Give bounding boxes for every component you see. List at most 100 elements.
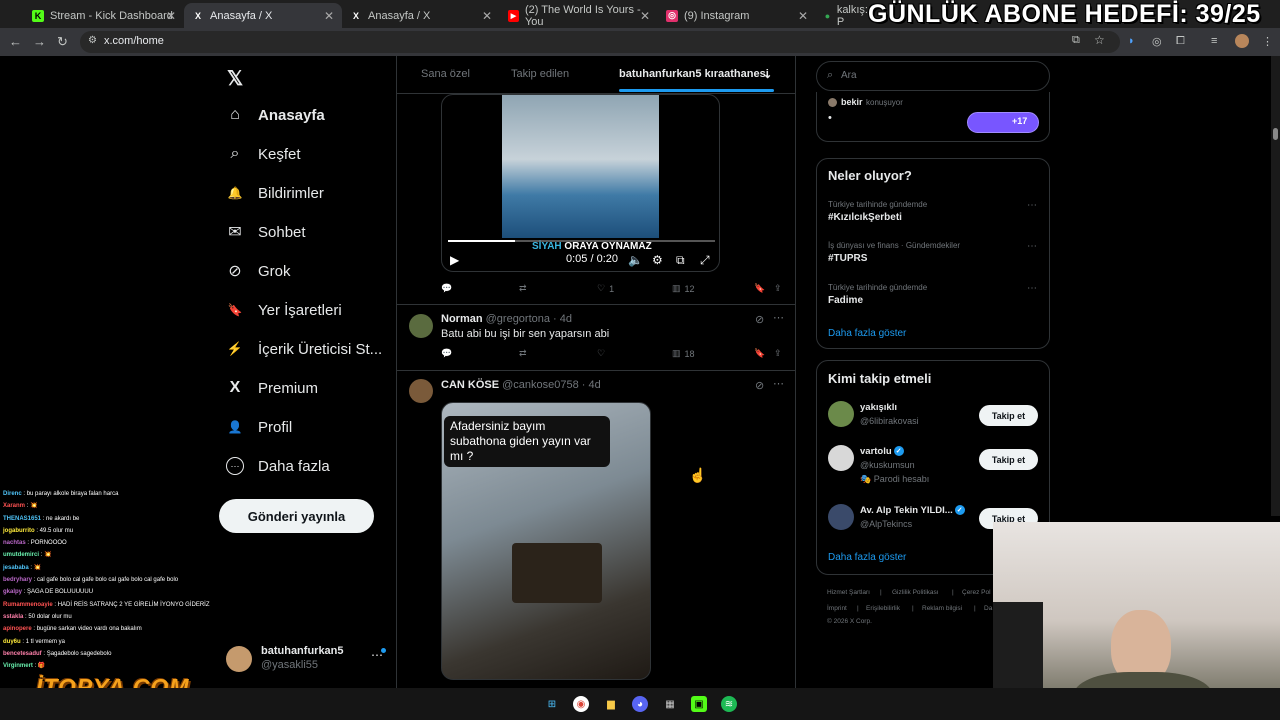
- live-space-card[interactable]: bekir konuşuyor • +17: [816, 92, 1050, 142]
- footer-link[interactable]: Reklam bilgisi: [922, 605, 962, 612]
- nav-profile[interactable]: 👤 Profil: [226, 418, 293, 436]
- nav-more[interactable]: ⋯ Daha fazla: [226, 457, 330, 475]
- more-icon[interactable]: ⋯: [1027, 200, 1037, 211]
- trend-name[interactable]: Fadime: [828, 295, 863, 306]
- footer-link[interactable]: Hizmet Şartları: [827, 589, 870, 596]
- chevron-down-icon[interactable]: ⌄: [763, 68, 772, 81]
- video-player[interactable]: SİYAH ORAYA OYNAMAZ ▶ 0:05 / 0:20 🔈 ⚙ ⧉ …: [441, 94, 720, 272]
- nav-grok[interactable]: ⊘ Grok: [226, 262, 290, 281]
- nav-premium[interactable]: X Premium: [226, 379, 318, 397]
- nav-bookmarks[interactable]: 🔖 Yer İşaretleri: [226, 301, 342, 319]
- tab-instagram[interactable]: ◎ (9) Instagram ✕: [658, 3, 816, 28]
- avatar[interactable]: [828, 445, 854, 471]
- bookmark-icon[interactable]: 🔖: [754, 348, 765, 359]
- tab-for-you[interactable]: Sana özel: [421, 68, 470, 80]
- nav-messages[interactable]: ✉ Sohbet: [226, 223, 305, 242]
- close-icon[interactable]: ✕: [166, 9, 176, 23]
- spotify-icon[interactable]: ≋: [721, 696, 737, 712]
- show-more-link[interactable]: Daha fazla göster: [828, 552, 906, 563]
- nav-explore[interactable]: ⌕ Keşfet: [226, 145, 301, 163]
- close-icon[interactable]: ✕: [482, 9, 492, 23]
- nav-home[interactable]: ⌂ Anasayfa: [226, 106, 325, 124]
- grok-icon[interactable]: ⊘: [755, 379, 764, 392]
- nav-notifications[interactable]: 🔔 Bildirimler: [226, 184, 324, 202]
- close-icon[interactable]: ✕: [324, 9, 334, 23]
- scroll-thumb[interactable]: [1273, 128, 1278, 140]
- trend-name[interactable]: #KızılcıkŞerbeti: [828, 212, 902, 223]
- repost-icon[interactable]: ⇄: [519, 283, 527, 294]
- more-icon[interactable]: ⋯: [1027, 241, 1037, 252]
- trend-name[interactable]: #TUPRS: [828, 253, 867, 264]
- close-icon[interactable]: ✕: [798, 9, 808, 23]
- share-icon[interactable]: ⇪: [774, 283, 782, 294]
- tab-kick[interactable]: K Stream - Kick Dashboard ✕: [24, 3, 184, 28]
- back-icon[interactable]: ←: [9, 34, 22, 49]
- discord-icon[interactable]: ◕: [632, 696, 648, 712]
- suggested-name[interactable]: vartolu ✓: [860, 446, 904, 457]
- tab-community[interactable]: batuhanfurkan5 kıraathanesi: [619, 68, 769, 80]
- follow-button[interactable]: Takip et: [979, 449, 1038, 470]
- tab-x-home-active[interactable]: X Anasayfa / X ✕: [184, 3, 342, 28]
- share-icon[interactable]: ⇪: [774, 348, 782, 359]
- page-scrollbar[interactable]: [1271, 56, 1280, 516]
- windows-start-icon[interactable]: ⊞: [544, 696, 560, 712]
- menu-icon[interactable]: ⋮: [1262, 35, 1273, 48]
- bookmark-icon[interactable]: 🔖: [754, 283, 765, 294]
- bookmark-star-icon[interactable]: ☆: [1094, 33, 1105, 47]
- tab-x-home[interactable]: X Anasayfa / X ✕: [342, 3, 500, 28]
- heart-icon[interactable]: ♡: [597, 348, 605, 359]
- address-bar[interactable]: ⚙ x.com/home ⧉ ☆: [80, 31, 1120, 53]
- reload-icon[interactable]: ↻: [57, 34, 68, 50]
- more-icon[interactable]: ⋯: [1027, 283, 1037, 294]
- chrome-icon[interactable]: ◉: [573, 696, 589, 712]
- calculator-icon[interactable]: ▦: [662, 696, 678, 712]
- like-button[interactable]: ♡ 1: [597, 283, 614, 294]
- avatar[interactable]: [409, 314, 433, 338]
- profile-avatar[interactable]: [1235, 34, 1249, 48]
- views-button[interactable]: ▥ 18: [672, 348, 695, 359]
- author-name[interactable]: Norman: [441, 313, 483, 325]
- suggested-name[interactable]: Av. Alp Tekin YILDI... ✓: [860, 505, 965, 516]
- listeners-badge[interactable]: +17: [967, 112, 1039, 133]
- views-button[interactable]: ▥ 12: [672, 283, 695, 294]
- file-explorer-icon[interactable]: ▆: [603, 696, 619, 712]
- nav-creator-studio[interactable]: ⚡ İçerik Üreticisi St...: [226, 340, 382, 358]
- author-name[interactable]: CAN KÖSE: [441, 379, 499, 391]
- reply-icon[interactable]: 💬: [441, 283, 452, 294]
- avatar[interactable]: [409, 379, 433, 403]
- follow-button[interactable]: Takip et: [979, 405, 1038, 426]
- kick-app-icon[interactable]: ▣: [691, 696, 707, 712]
- tab-maps[interactable]: ● kalkış: P: [816, 3, 876, 28]
- play-icon[interactable]: ▶: [450, 253, 459, 267]
- post-image[interactable]: Afadersiniz bayım subathona giden yayın …: [441, 402, 651, 680]
- grok-icon[interactable]: ⊘: [755, 313, 764, 326]
- footer-link[interactable]: İmprint: [827, 605, 847, 612]
- account-switcher[interactable]: batuhanfurkan5 @yasakli55 ⋯: [226, 644, 392, 676]
- footer-link[interactable]: Da: [984, 605, 992, 612]
- more-icon[interactable]: ⋯: [773, 311, 784, 324]
- post-button[interactable]: Gönderi yayınla: [219, 499, 374, 533]
- puzzle-icon[interactable]: ⧠: [1176, 35, 1185, 48]
- extension-icon[interactable]: ◗: [1128, 35, 1135, 47]
- close-icon[interactable]: ✕: [640, 9, 650, 23]
- suggested-name[interactable]: yakışıklı: [860, 402, 897, 413]
- extension-icon[interactable]: ◎: [1152, 35, 1162, 48]
- x-logo-icon[interactable]: 𝕏: [227, 66, 243, 91]
- repost-icon[interactable]: ⇄: [519, 348, 527, 359]
- volume-icon[interactable]: 🔈: [628, 253, 643, 267]
- forward-icon[interactable]: →: [33, 34, 46, 49]
- avatar[interactable]: [828, 504, 854, 530]
- reply-icon[interactable]: 💬: [441, 348, 452, 359]
- pip-icon[interactable]: ⧉: [676, 253, 685, 268]
- tab-search-icon[interactable]: ≡: [1211, 35, 1217, 47]
- footer-link[interactable]: Çerez Pol: [962, 589, 991, 596]
- footer-link[interactable]: Erişilebilirlik: [866, 605, 900, 612]
- fullscreen-icon[interactable]: ⤢: [700, 253, 710, 268]
- more-icon[interactable]: ⋯: [773, 377, 784, 390]
- avatar[interactable]: [828, 401, 854, 427]
- settings-icon[interactable]: ⚙: [652, 253, 663, 267]
- tab-youtube[interactable]: ▶ (2) The World Is Yours - You ✕: [500, 3, 658, 28]
- search-input[interactable]: ⌕ Ara: [816, 61, 1050, 91]
- tab-following[interactable]: Takip edilen: [511, 68, 569, 80]
- site-info-icon[interactable]: ⚙: [88, 35, 97, 46]
